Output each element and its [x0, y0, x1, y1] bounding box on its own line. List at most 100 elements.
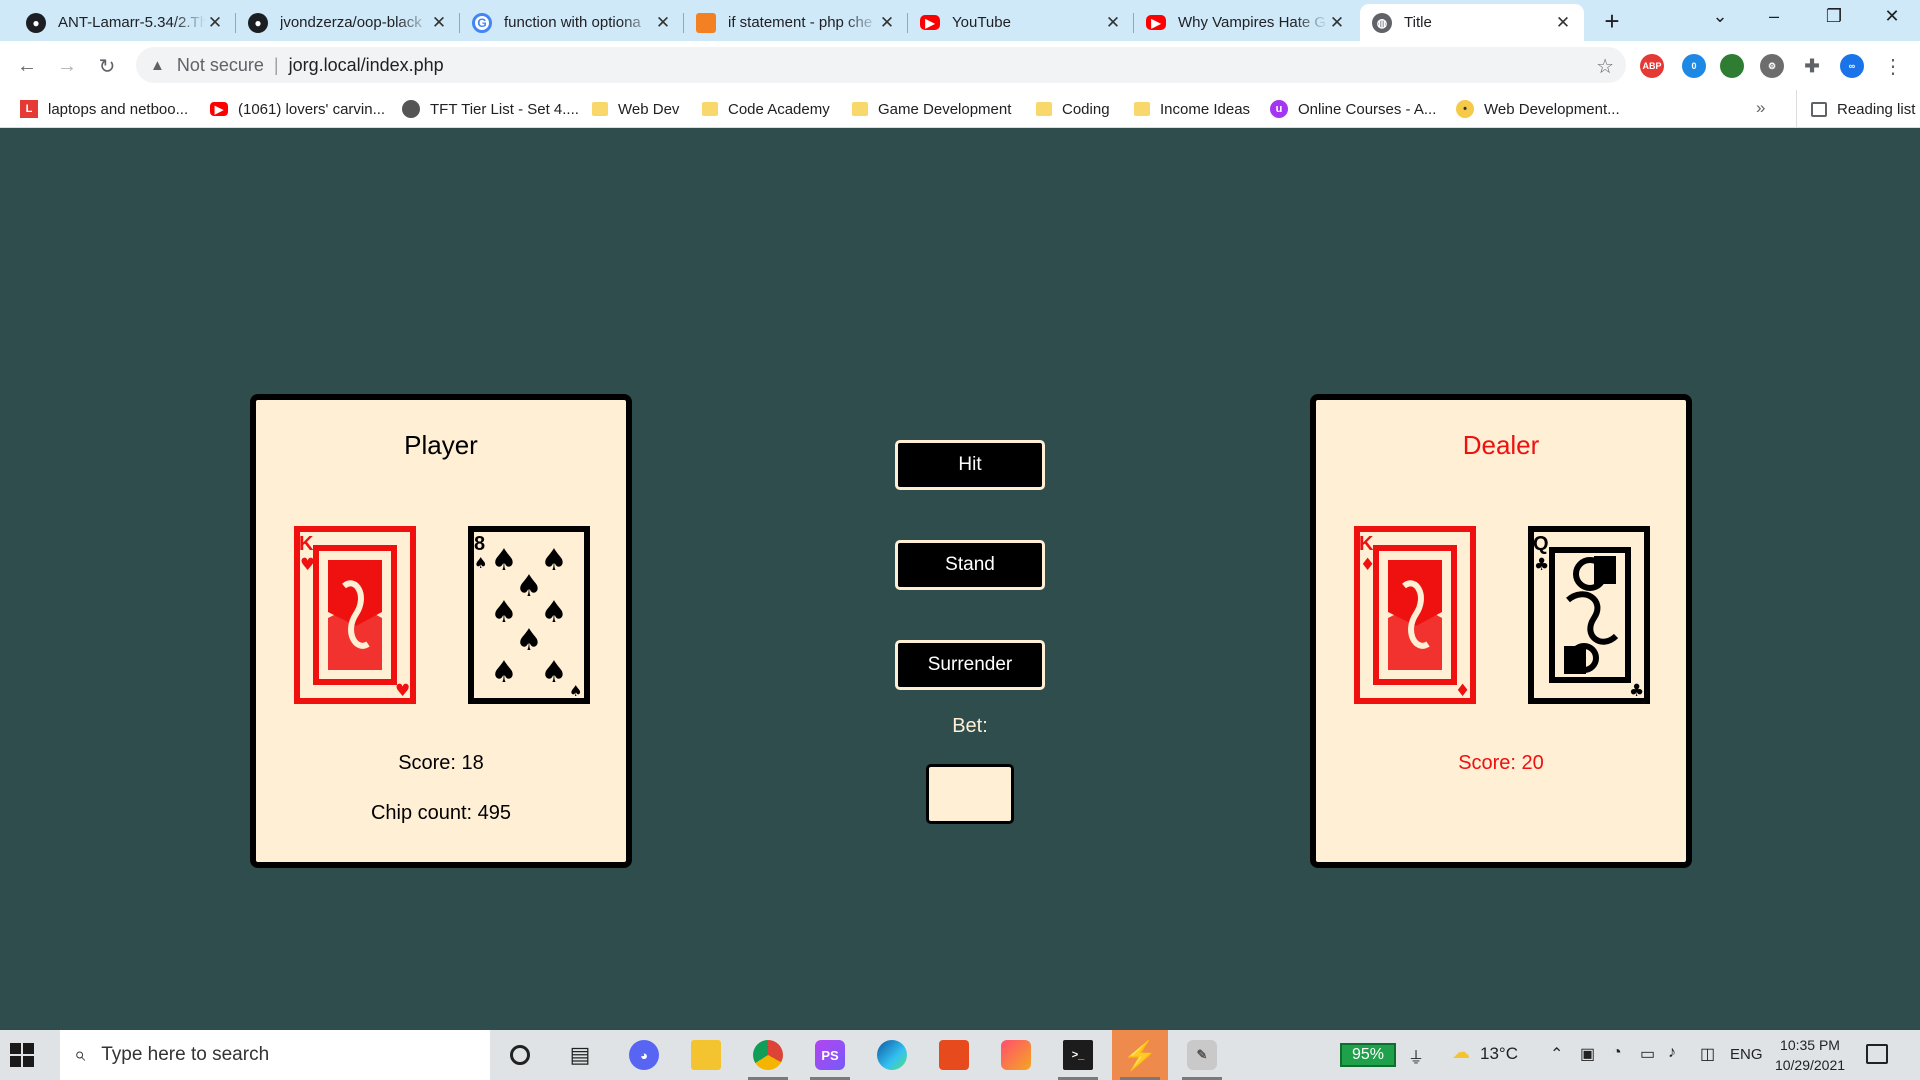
volume-icon[interactable]: ♪ — [1668, 1044, 1676, 1062]
gear-extension-icon[interactable]: ⚙ — [1760, 54, 1784, 78]
bookmark-folder-web-dev[interactable]: Web Dev — [592, 90, 679, 128]
restore-icon[interactable]: ❐ — [1814, 6, 1854, 27]
tab-title-active[interactable]: ◍ Title ✕ — [1360, 4, 1584, 41]
wifi-icon[interactable]: ◔ — [1612, 1044, 1622, 1062]
tab-youtube[interactable]: ▶ YouTube ✕ — [908, 4, 1134, 41]
player-chip-count: Chip count: 495 — [370, 802, 512, 824]
bookmarks-overflow-icon[interactable]: » — [1756, 98, 1765, 118]
bookmark-lovers-carving[interactable]: ▶ (1061) lovers' carvin... — [210, 90, 385, 128]
close-icon[interactable]: ✕ — [1104, 13, 1122, 33]
reload-icon[interactable]: ↻ — [94, 53, 120, 79]
reading-list-icon — [1811, 101, 1827, 117]
lightning-app-icon[interactable]: ⚡ — [1112, 1030, 1168, 1080]
forward-icon[interactable]: → — [54, 53, 80, 79]
warning-icon[interactable]: ▲ — [150, 57, 165, 74]
paint-icon[interactable]: ✎ — [1174, 1030, 1230, 1080]
tab-google-search[interactable]: G function with optiona ✕ — [460, 4, 684, 41]
windows-start-icon[interactable] — [10, 1043, 34, 1067]
reading-list-button[interactable]: Reading list — [1796, 90, 1915, 128]
close-icon[interactable]: ✕ — [1328, 13, 1346, 33]
bookmark-folder-code-academy[interactable]: Code Academy — [702, 90, 830, 128]
youtube-icon: ▶ — [210, 102, 228, 116]
close-icon[interactable]: ✕ — [654, 13, 672, 33]
svg-text:♣: ♣ — [1534, 555, 1549, 575]
svg-text:♦: ♦ — [1455, 681, 1470, 701]
close-icon[interactable]: ✕ — [878, 13, 896, 33]
reading-list-label: Reading list — [1837, 100, 1916, 118]
bookmark-star-icon[interactable]: ☆ — [1596, 54, 1614, 79]
file-explorer-icon[interactable] — [678, 1030, 734, 1080]
notifications-icon[interactable] — [1866, 1044, 1888, 1064]
window-close-icon[interactable]: ✕ — [1872, 6, 1912, 27]
clock[interactable]: 10:35 PM 10/29/2021 — [1770, 1035, 1850, 1075]
security-label[interactable]: Not secure — [177, 55, 264, 76]
hit-button[interactable]: Hit — [895, 440, 1045, 490]
tab-search-chevron-icon[interactable]: ⌄ — [1700, 6, 1740, 27]
bet-label: Bet: — [952, 715, 988, 737]
tab-github-oop-black[interactable]: ● jvondzerza/oop-black ✕ — [236, 4, 460, 41]
bookmark-web-development[interactable]: • Web Development... — [1456, 90, 1620, 128]
svg-text:♥: ♥ — [395, 681, 410, 701]
puzzle-icon[interactable]: ✚ — [1800, 54, 1824, 78]
close-icon[interactable]: ✕ — [206, 13, 224, 33]
terminal-icon[interactable]: >_ — [1050, 1030, 1106, 1080]
tab-title: Title — [1404, 14, 1432, 31]
new-tab-icon[interactable]: + — [1598, 8, 1626, 34]
bookmark-folder-income-ideas[interactable]: Income Ideas — [1134, 90, 1250, 128]
creative-cloud-icon[interactable] — [988, 1030, 1044, 1080]
adblock-icon[interactable]: ABP — [1640, 54, 1664, 78]
minimize-icon[interactable]: – — [1754, 6, 1794, 27]
bookmark-laptops[interactable]: L laptops and netboo... — [20, 90, 188, 128]
battery-tray-icon[interactable]: ▭ — [1640, 1044, 1655, 1064]
king-of-hearts-card: K ♥ ♥ — [294, 526, 416, 704]
weather-temperature[interactable]: 13°C — [1480, 1044, 1518, 1064]
folder-icon — [852, 102, 868, 116]
svg-text:♠: ♠ — [491, 655, 518, 690]
dealer-score: Score: 20 — [1458, 752, 1544, 774]
taskbar-search-box[interactable]: ⌕ Type here to search — [60, 1030, 490, 1080]
security-tray-icon[interactable]: ▣ — [1580, 1044, 1595, 1064]
stand-button[interactable]: Stand — [895, 540, 1045, 590]
chevron-up-icon[interactable]: ⌃ — [1550, 1044, 1563, 1064]
bookmark-folder-game-development[interactable]: Game Development — [852, 90, 1011, 128]
bookmark-folder-coding[interactable]: Coding — [1036, 90, 1110, 128]
eight-of-spades-card: 8 ♠ ♠ ♠ ♠ ♠ ♠ ♠ ♠ ♠ ♠ — [468, 526, 590, 704]
tab-stackoverflow[interactable]: if statement - php che ✕ — [684, 4, 908, 41]
display-icon[interactable]: ◫ — [1700, 1044, 1715, 1064]
language-indicator[interactable]: ENG — [1730, 1046, 1763, 1063]
tab-youtube-vampires[interactable]: ▶ Why Vampires Hate G ✕ — [1134, 4, 1358, 41]
weather-icon[interactable]: ☁ — [1452, 1042, 1470, 1063]
tab-github-ant-lamarr[interactable]: ● ANT-Lamarr-5.34/2.Th ✕ — [14, 4, 236, 41]
browser-toolbar: ← → ↻ ▲ Not secure | jorg.local/index.ph… — [0, 41, 1920, 90]
clock-time: 10:35 PM — [1780, 1037, 1840, 1053]
url-text[interactable]: jorg.local/index.php — [289, 55, 444, 76]
menu-icon[interactable]: ⋮ — [1880, 53, 1906, 79]
svg-text:Q: Q — [1533, 533, 1549, 555]
cortana-icon[interactable] — [492, 1030, 548, 1080]
bookmark-tft-tier-list[interactable]: TFT Tier List - Set 4.... — [402, 90, 579, 128]
tab-title: Why Vampires Hate G — [1178, 14, 1327, 31]
player-score: Score: 18 — [398, 752, 484, 774]
profile-avatar[interactable]: ∞ — [1840, 54, 1864, 78]
edge-icon[interactable] — [864, 1030, 920, 1080]
back-icon[interactable]: ← — [14, 53, 40, 79]
svg-text:K: K — [299, 533, 314, 555]
bet-input[interactable] — [926, 764, 1014, 824]
phpstorm-icon[interactable]: PS — [802, 1030, 858, 1080]
battery-indicator[interactable]: 95% — [1340, 1043, 1396, 1067]
king-of-diamonds-card: K ♦ ♦ — [1354, 526, 1476, 704]
close-icon[interactable]: ✕ — [430, 13, 448, 33]
extension-badge: 0 — [1691, 61, 1697, 71]
surrender-button[interactable]: Surrender — [895, 640, 1045, 690]
task-view-icon[interactable]: ▤ — [552, 1030, 608, 1080]
globe-extension-icon[interactable] — [1720, 54, 1744, 78]
tab-title: if statement - php che — [728, 14, 873, 31]
address-bar[interactable]: ▲ Not secure | jorg.local/index.php ☆ — [136, 47, 1626, 83]
chrome-icon[interactable] — [740, 1030, 796, 1080]
extension-badge-icon[interactable]: 0 — [1682, 54, 1706, 78]
office-icon[interactable] — [926, 1030, 982, 1080]
close-icon[interactable]: ✕ — [1554, 13, 1572, 33]
stackoverflow-icon — [696, 12, 716, 33]
bookmark-online-courses[interactable]: u Online Courses - A... — [1270, 90, 1436, 128]
discord-icon[interactable]: ◕ — [616, 1030, 672, 1080]
